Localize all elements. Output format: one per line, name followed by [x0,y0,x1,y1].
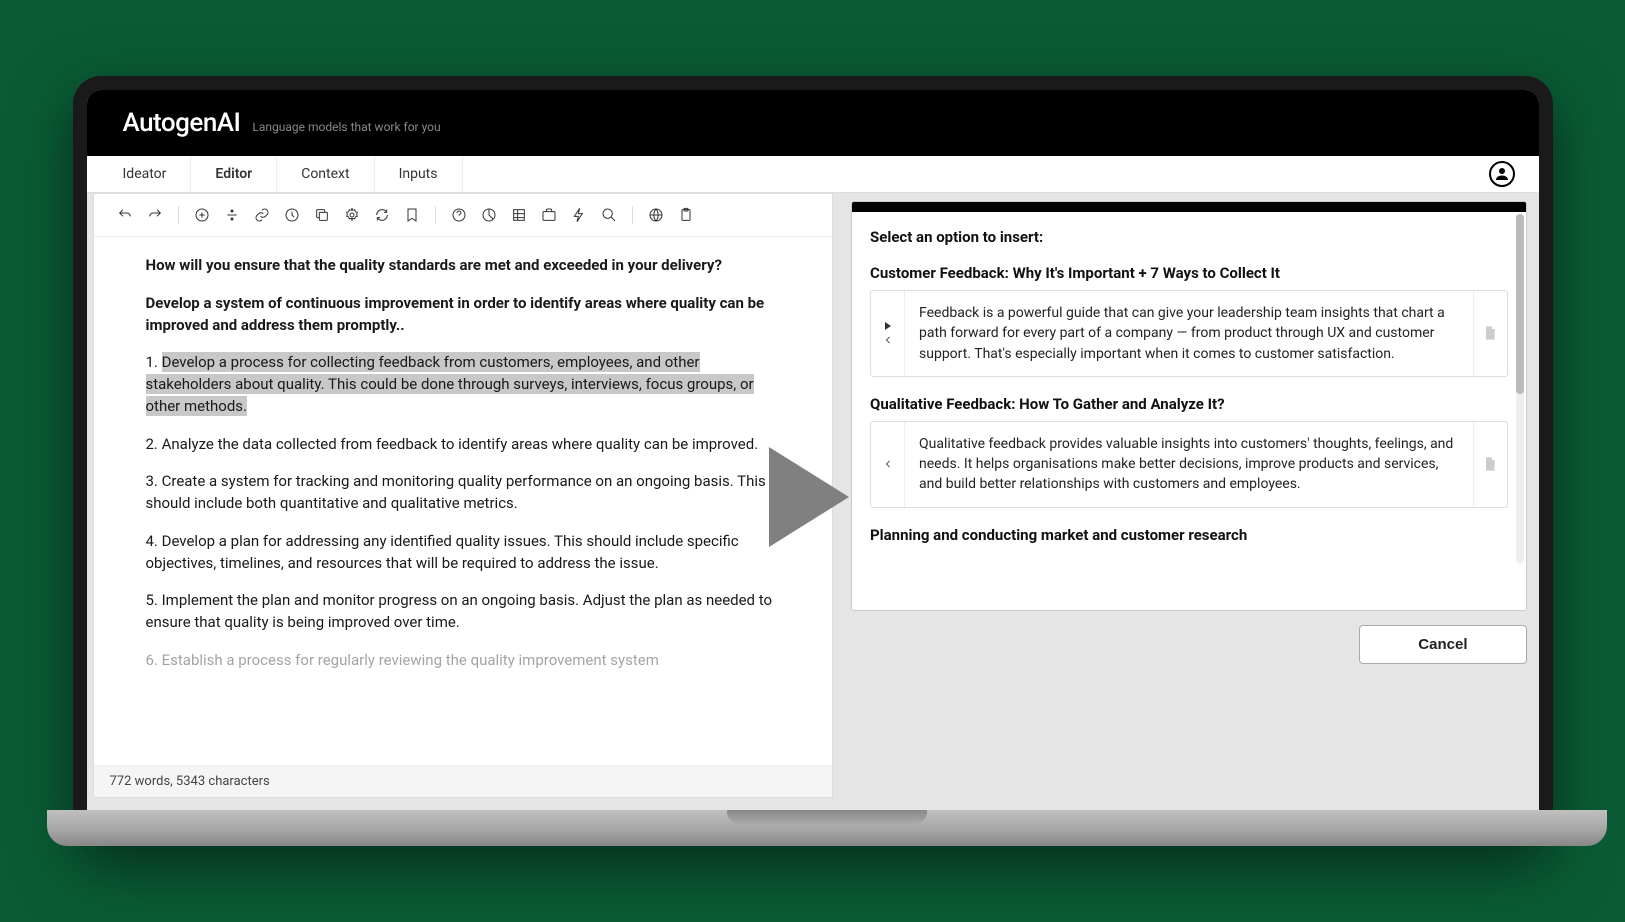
laptop-base [47,810,1607,846]
option-title: Customer Feedback: Why It's Important + … [870,264,1507,282]
gear-icon[interactable] [343,206,361,224]
help-icon[interactable] [450,206,468,224]
editor-item-4: 4. Develop a plan for addressing any ide… [146,531,781,575]
briefcase-icon[interactable] [540,206,558,224]
table-icon[interactable] [510,206,528,224]
clipboard-icon[interactable] [677,206,695,224]
panel-scrollbar[interactable] [1516,214,1524,564]
divide-icon[interactable] [223,206,241,224]
search-icon[interactable] [600,206,618,224]
app-screen: AutogenAI Language models that work for … [87,90,1539,810]
clock-icon[interactable] [283,206,301,224]
insert-option: Planning and conducting market and custo… [870,526,1507,544]
editor-item-3: 3. Create a system for tracking and moni… [146,471,781,515]
insert-option: Customer Feedback: Why It's Important + … [870,264,1507,377]
option-card[interactable]: Feedback is a powerful guide that can gi… [870,290,1507,377]
editor-content[interactable]: How will you ensure that the quality sta… [94,237,833,765]
option-card[interactable]: Qualitative feedback provides valuable i… [870,421,1507,508]
editor-item-6: 6. Establish a process for regularly rev… [146,650,781,672]
bookmark-icon[interactable] [403,206,421,224]
insert-arrow-icon[interactable] [769,447,849,547]
main-content: How will you ensure that the quality sta… [87,193,1539,798]
laptop-notch [727,810,927,824]
option-title: Qualitative Feedback: How To Gather and … [870,395,1507,413]
cancel-button[interactable]: Cancel [1359,625,1526,664]
laptop-frame: AutogenAI Language models that work for … [73,76,1553,846]
insert-panel: Select an option to insert: Customer Fee… [851,201,1526,798]
insert-option: Qualitative Feedback: How To Gather and … [870,395,1507,508]
tab-ideator[interactable]: Ideator [99,156,192,192]
profile-icon[interactable] [1489,161,1515,187]
play-icon [882,320,894,332]
tab-bar: Ideator Editor Context Inputs [87,156,1539,193]
option-nav-left[interactable] [871,422,905,507]
editor-toolbar [94,194,833,237]
insert-card: Select an option to insert: Customer Fee… [851,201,1526,611]
option-doc-action[interactable] [1473,291,1507,376]
option-body: Feedback is a powerful guide that can gi… [905,291,1472,376]
document-icon [1482,323,1498,343]
option-doc-action[interactable] [1473,422,1507,507]
globe-icon[interactable] [647,206,665,224]
highlighted-text: Develop a process for collecting feedbac… [146,352,754,416]
editor-pane: How will you ensure that the quality sta… [93,193,834,798]
editor-heading: How will you ensure that the quality sta… [146,255,781,277]
tab-inputs[interactable]: Inputs [375,156,463,192]
document-icon [1482,454,1498,474]
editor-item-1: 1. Develop a process for collecting feed… [146,352,781,417]
tab-editor[interactable]: Editor [191,156,277,192]
panel-prompt: Select an option to insert: [870,228,1507,246]
add-icon[interactable] [193,206,211,224]
option-title: Planning and conducting market and custo… [870,526,1507,544]
status-bar: 772 words, 5343 characters [94,765,833,797]
brand-tagline: Language models that work for you [252,120,440,134]
chevron-left-icon [882,458,894,470]
editor-subheading: Develop a system of continuous improveme… [146,293,781,337]
undo-icon[interactable] [116,206,134,224]
link-icon[interactable] [253,206,271,224]
scrollbar-thumb[interactable] [1516,214,1524,394]
refresh-icon[interactable] [373,206,391,224]
chart-icon[interactable] [480,206,498,224]
app-header: AutogenAI Language models that work for … [87,90,1539,156]
option-body: Qualitative feedback provides valuable i… [905,422,1472,507]
editor-item-2: 2. Analyze the data collected from feedb… [146,434,781,456]
redo-icon[interactable] [146,206,164,224]
option-nav-left[interactable] [871,291,905,376]
copy-icon[interactable] [313,206,331,224]
bolt-icon[interactable] [570,206,588,224]
editor-item-5: 5. Implement the plan and monitor progre… [146,590,781,634]
panel-topbar [852,202,1525,212]
brand-name: AutogenAI [123,108,241,138]
chevron-left-icon [882,334,894,346]
tab-context[interactable]: Context [277,156,374,192]
